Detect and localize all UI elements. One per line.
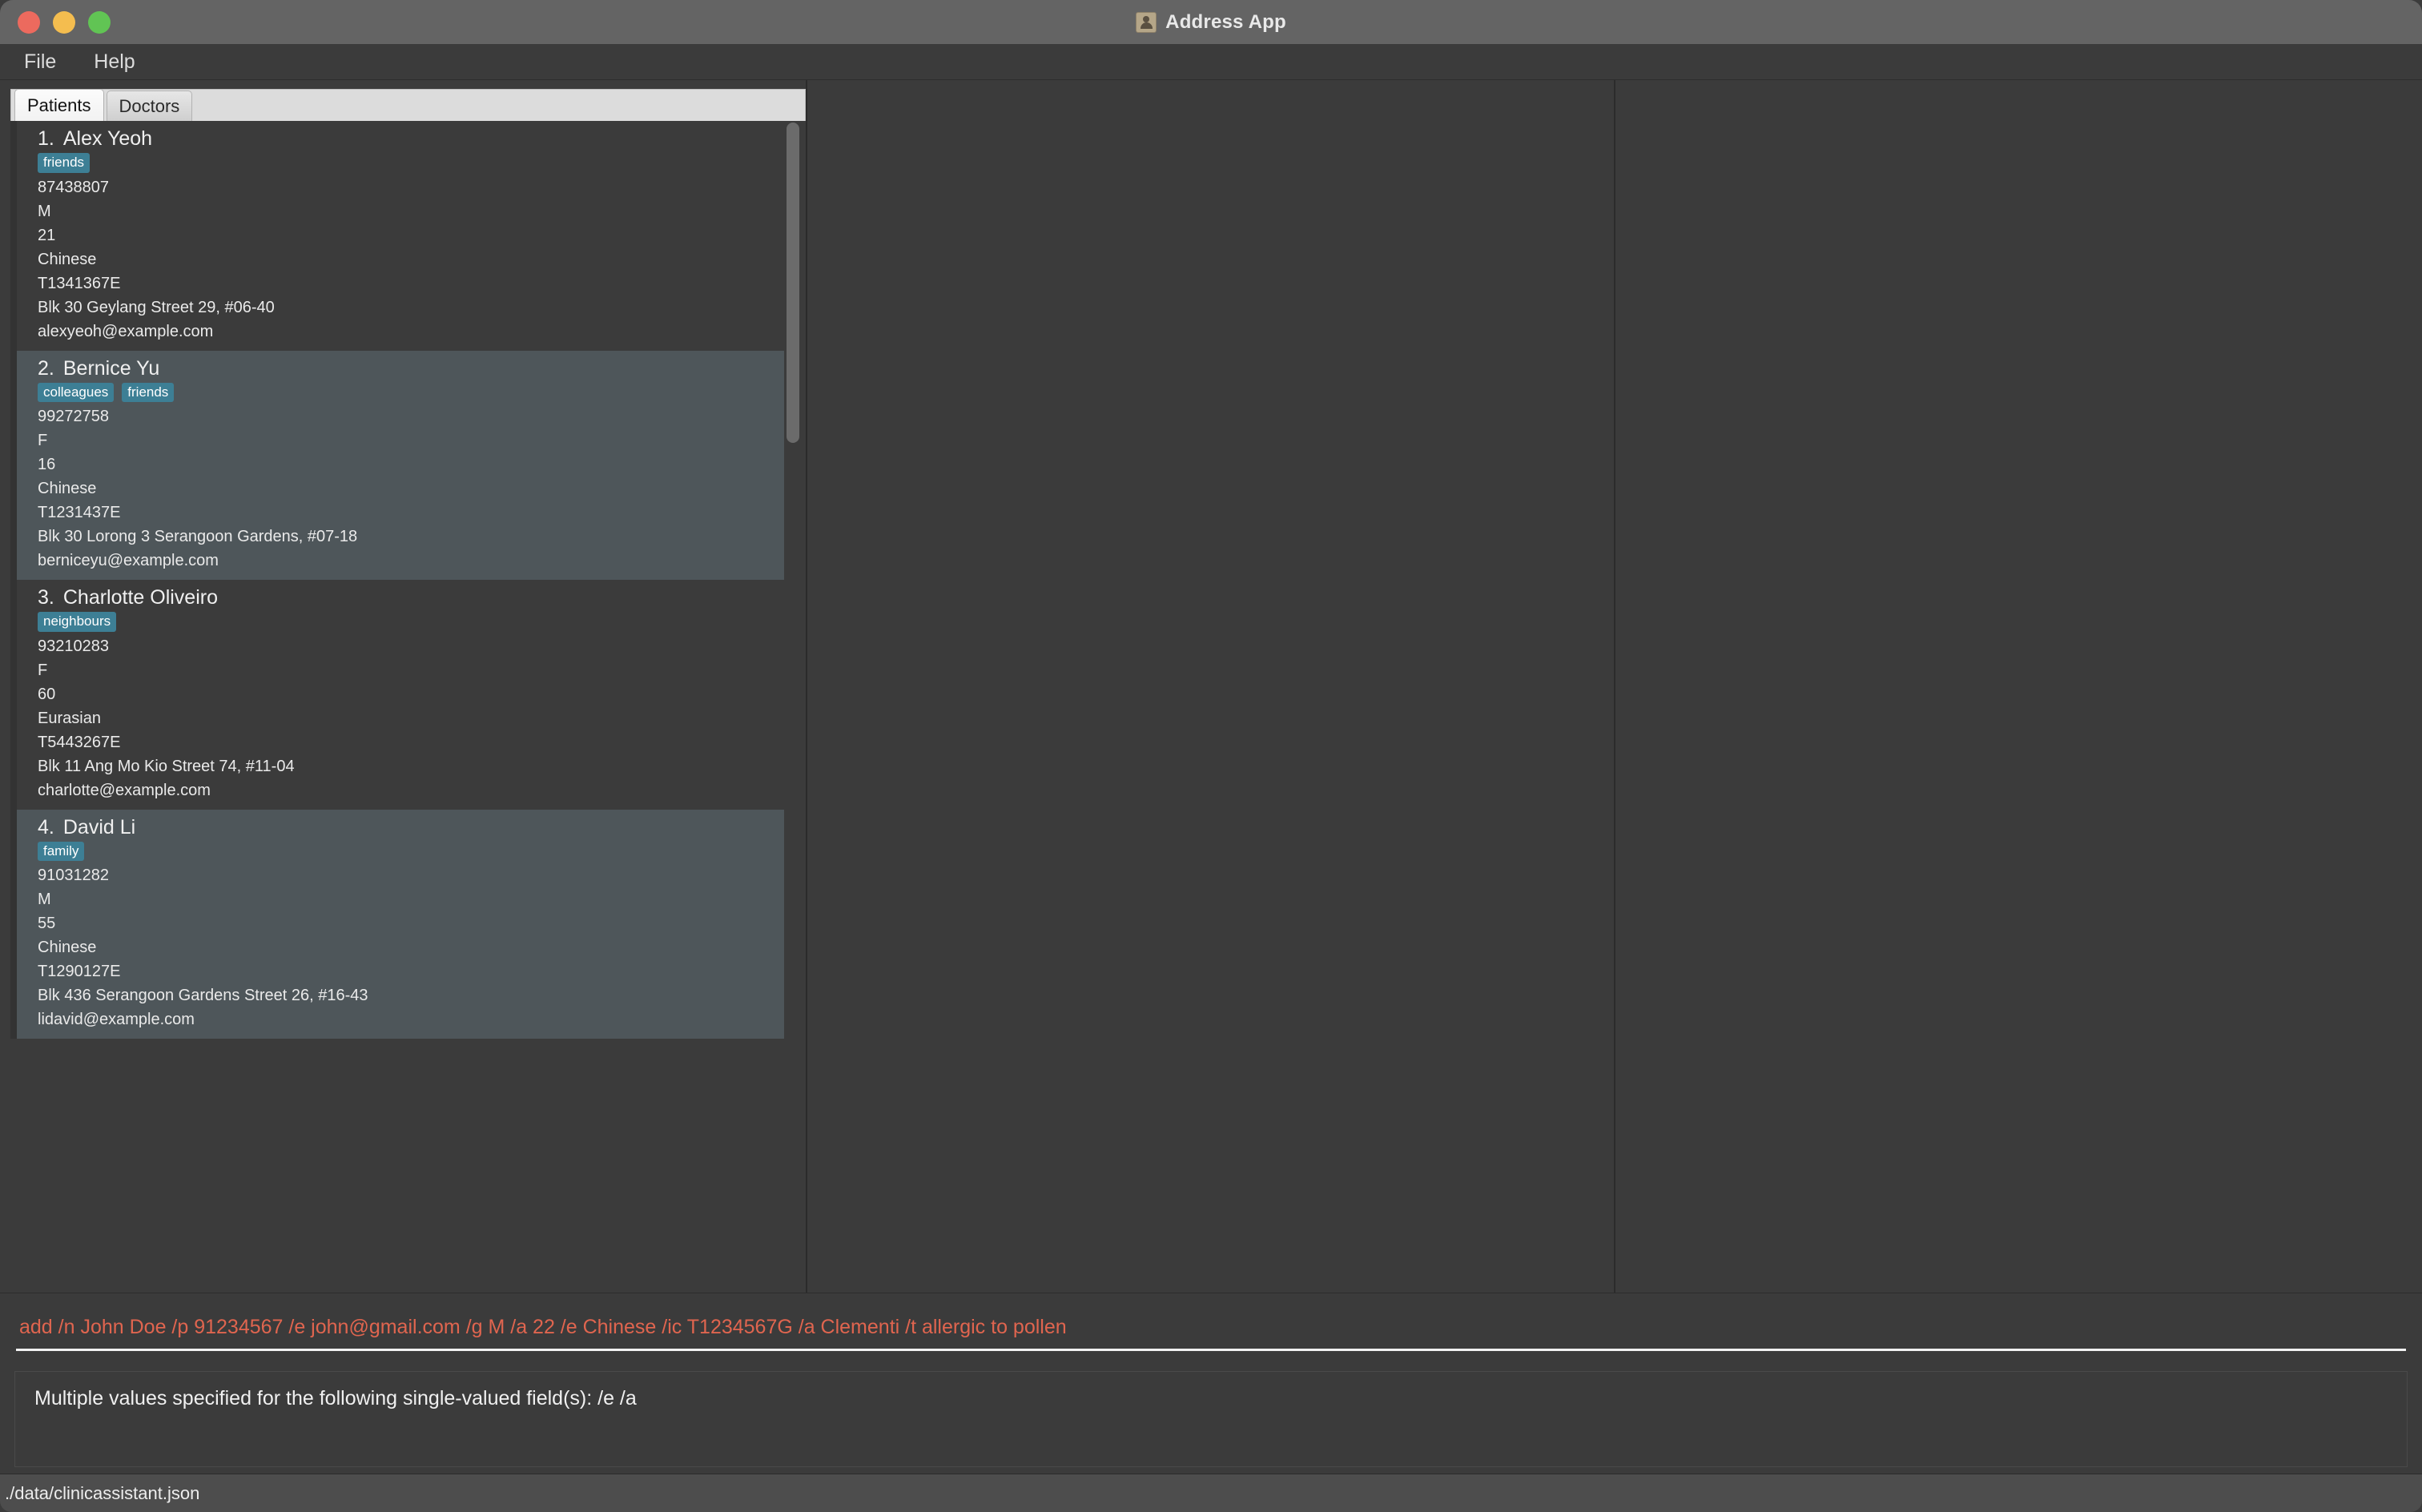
tag: friends [122,383,174,403]
tag-list: family [38,842,784,862]
person-ethnicity: Eurasian [38,706,784,730]
person-nric: T1231437E [38,501,784,525]
vertical-scrollbar[interactable] [784,121,802,1293]
list-item[interactable]: 3. Charlotte Oliveiro neighbours 93210283… [10,580,784,810]
tag-list: friends [38,153,784,173]
tag-list: neighbours [38,612,784,632]
status-bar: ./data/clinicassistant.json [0,1474,2422,1512]
menu-item-file[interactable]: File [18,49,62,75]
person-email: lidavid@example.com [38,1007,784,1031]
person-list[interactable]: 1. Alex Yeoh friends 87438807 M 21 Chines… [10,121,806,1293]
title-bar: Address App [0,0,2422,44]
close-button[interactable] [18,11,40,34]
person-name: Bernice Yu [63,357,159,380]
person-title: 3. Charlotte Oliveiro [38,586,784,609]
person-ethnicity: Chinese [38,247,784,271]
person-phone: 99272758 [38,404,784,428]
menu-item-help[interactable]: Help [87,49,141,75]
person-index: 1. [38,127,54,150]
person-age: 21 [38,223,784,247]
person-address: Blk 11 Ang Mo Kio Street 74, #11-04 [38,754,784,778]
window-title-group: Address App [0,0,2422,44]
list-item[interactable]: 1. Alex Yeoh friends 87438807 M 21 Chines… [10,121,784,351]
result-display-box: Multiple values specified for the follow… [14,1371,2408,1467]
person-age: 60 [38,682,784,706]
traffic-light-buttons [18,11,111,34]
person-nric: T1341367E [38,271,784,296]
person-address: Blk 436 Serangoon Gardens Street 26, #16… [38,983,784,1007]
person-ethnicity: Chinese [38,935,784,959]
tab-patients[interactable]: Patients [14,89,104,121]
person-gender: F [38,428,784,452]
scrollbar-thumb[interactable] [787,123,799,443]
main-content: Patients Doctors 1.Alex Yeoh friends 874 [0,80,2422,1293]
save-location-status: ./data/clinicassistant.json [5,1483,199,1504]
person-email: alexyeoh@example.com [38,320,784,344]
person-gender: M [38,199,784,223]
result-area: Multiple values specified for the follow… [0,1366,2422,1474]
person-title: 1. Alex Yeoh [38,127,784,151]
person-name: Alex Yeoh [63,127,152,150]
person-nric: T1290127E [38,959,784,983]
tag-list: colleagues friends [38,383,784,403]
person-gender: F [38,658,784,682]
person-age: 16 [38,452,784,477]
person-ethnicity: Chinese [38,477,784,501]
person-title: 2. Bernice Yu [38,357,784,380]
person-title: 4. David Li [38,816,784,839]
person-index: 3. [38,586,54,609]
person-gender: M [38,887,784,911]
zoom-button[interactable] [88,11,111,34]
person-address: Blk 30 Lorong 3 Serangoon Gardens, #07-1… [38,525,784,549]
tag: friends [38,153,90,173]
tag: colleagues [38,383,114,403]
person-phone: 93210283 [38,634,784,658]
tab-doctors[interactable]: Doctors [107,90,193,121]
person-list-scroll: 1. Alex Yeoh friends 87438807 M 21 Chines… [10,121,806,1293]
list-item[interactable]: 4.David Li family 91031282 M 55 Chinese … [10,810,784,1040]
middle-pane [807,80,1615,1293]
result-message: Multiple values specified for the follow… [34,1386,2388,1411]
tab-header-bar: Patients Doctors [10,89,806,121]
person-address: Blk 30 Geylang Street 29, #06-40 [38,296,784,320]
person-email: charlotte@example.com [38,778,784,802]
person-index: 2. [38,357,54,380]
person-name: David Li [63,816,135,838]
window-title: Address App [1165,11,1286,34]
person-nric: T5443267E [38,730,784,754]
tag: neighbours [38,612,116,632]
person-list-pane: Patients Doctors 1.Alex Yeoh friends 874 [0,80,807,1293]
person-age: 55 [38,911,784,935]
person-email: berniceyu@example.com [38,549,784,573]
person-name: Charlotte Oliveiro [63,586,218,609]
person-index: 4. [38,816,54,838]
app-window: Address App File Help Patients Doctors 1… [0,0,2422,1512]
menu-bar: File Help [0,44,2422,80]
right-pane [1615,80,2422,1293]
person-phone: 87438807 [38,175,784,199]
address-book-icon [1136,12,1157,33]
command-input[interactable] [16,1309,2406,1351]
minimize-button[interactable] [53,11,75,34]
tab-pane: Patients Doctors 1.Alex Yeoh friends 874 [10,89,806,1293]
command-area [0,1293,2422,1366]
list-item[interactable]: 2. Bernice Yu colleagues friends 99272758… [10,351,784,581]
person-phone: 91031282 [38,863,784,887]
tag: family [38,842,84,862]
